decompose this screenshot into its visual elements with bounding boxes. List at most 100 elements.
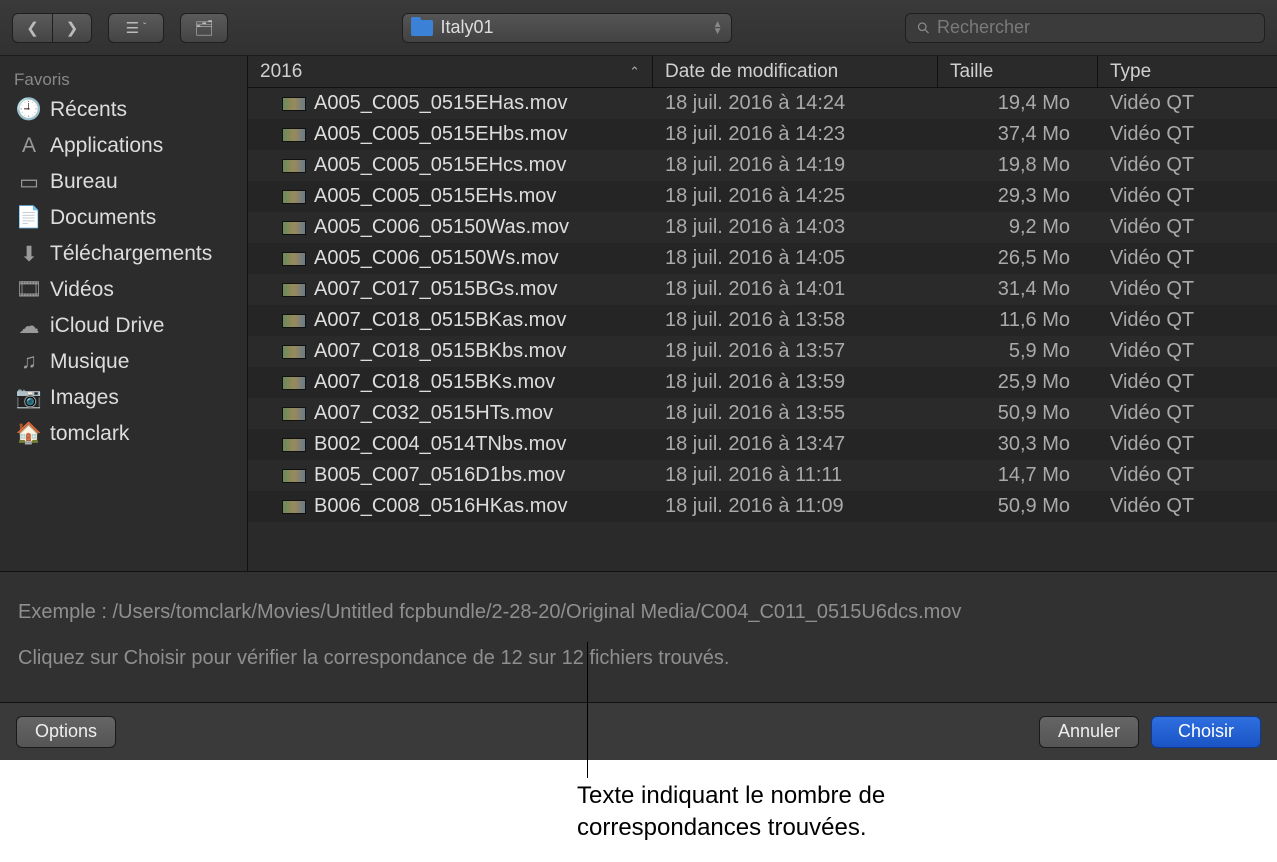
table-row[interactable]: A007_C017_0515BGs.mov 18 juil. 2016 à 14:… xyxy=(248,274,1277,305)
table-row[interactable]: B005_C007_0516D1bs.mov18 juil. 2016 à 11… xyxy=(248,460,1277,491)
cancel-button[interactable]: Annuler xyxy=(1039,716,1139,748)
file-name: A005_C005_0515EHcs.mov xyxy=(314,154,566,177)
sidebar-item-label: Documents xyxy=(50,206,156,230)
file-date: 18 juil. 2016 à 13:57 xyxy=(653,340,938,363)
updown-chevrons-icon: ▲▼ xyxy=(713,21,723,35)
file-name: A007_C032_0515HTs.mov xyxy=(314,402,553,425)
view-mode-button[interactable]: ☰ ˇ xyxy=(108,13,164,43)
file-size: 37,4 Mo xyxy=(938,123,1098,146)
sidebar-item-icloud-drive[interactable]: ☁iCloud Drive xyxy=(0,308,247,344)
folder-dropdown[interactable]: Italy01 ▲▼ xyxy=(402,13,732,43)
sidebar-item-bureau[interactable]: ▭Bureau xyxy=(0,164,247,200)
chevron-left-icon: ❮ xyxy=(26,19,39,37)
toolbar: ❮ ❯ ☰ ˇ 🗂 Italy01 ▲▼ xyxy=(0,0,1277,56)
file-name: B006_C008_0516HKas.mov xyxy=(314,495,568,518)
file-date: 18 juil. 2016 à 14:01 xyxy=(653,278,938,301)
sidebar-item-tomclark[interactable]: 🏠 tomclark xyxy=(0,416,247,452)
column-type[interactable]: Type xyxy=(1098,56,1277,87)
file-type: Vidéo QT xyxy=(1098,402,1277,425)
file-area: 2016 ⌃ Date de modification Taille Type … xyxy=(248,56,1277,571)
search-icon xyxy=(916,20,931,36)
file-name: B002_C004_0514TNbs.mov xyxy=(314,433,566,456)
file-date: 18 juil. 2016 à 14:25 xyxy=(653,185,938,208)
table-row[interactable]: A005_C006_05150Ws.mov18 juil. 2016 à 14:… xyxy=(248,243,1277,274)
documents-icon: 📄 xyxy=(18,207,40,229)
sidebar-item-label: Bureau xyxy=(50,170,118,194)
video-thumbnail-icon xyxy=(282,221,306,235)
sidebar-item-label: Téléchargements xyxy=(50,242,212,266)
sidebar-item-téléchargements[interactable]: ⬇Téléchargements xyxy=(0,236,247,272)
table-row[interactable]: A005_C005_0515EHbs.mov18 juil. 2016 à 14… xyxy=(248,119,1277,150)
info-panel: Exemple : /Users/tomclark/Movies/Untitle… xyxy=(0,571,1277,702)
column-headers: 2016 ⌃ Date de modification Taille Type xyxy=(248,56,1277,88)
chevron-right-icon: ❯ xyxy=(66,19,79,37)
column-name[interactable]: 2016 ⌃ xyxy=(248,56,653,87)
file-date: 18 juil. 2016 à 11:09 xyxy=(653,495,938,518)
video-thumbnail-icon xyxy=(282,407,306,421)
file-size: 5,9 Mo xyxy=(938,340,1098,363)
video-thumbnail-icon xyxy=(282,469,306,483)
button-bar: Options Annuler Choisir xyxy=(0,702,1277,760)
file-list[interactable]: A005_C005_0515EHas.mov 18 juil. 2016 à 14… xyxy=(248,88,1277,571)
options-button[interactable]: Options xyxy=(16,716,116,748)
table-row[interactable]: B006_C008_0516HKas.mov 18 juil. 2016 à 11… xyxy=(248,491,1277,522)
file-size: 9,2 Mo xyxy=(938,216,1098,239)
sidebar-item-label: tomclark xyxy=(50,422,129,446)
callout-leader-line xyxy=(587,642,588,778)
table-row[interactable]: A005_C005_0515EHas.mov 18 juil. 2016 à 14… xyxy=(248,88,1277,119)
sidebar-item-label: Applications xyxy=(50,134,163,158)
icloud-icon: ☁ xyxy=(18,315,40,337)
table-row[interactable]: A007_C018_0515BKbs.mov18 juil. 2016 à 13… xyxy=(248,336,1277,367)
file-name: A007_C017_0515BGs.mov xyxy=(314,278,558,301)
column-date[interactable]: Date de modification xyxy=(653,56,938,87)
folder-plus-icon: 🗂 xyxy=(194,19,213,37)
file-date: 18 juil. 2016 à 13:59 xyxy=(653,371,938,394)
table-row[interactable]: A005_C005_0515EHs.mov18 juil. 2016 à 14:… xyxy=(248,181,1277,212)
new-folder-button[interactable]: 🗂 xyxy=(180,13,228,43)
table-row[interactable]: A007_C018_0515BKs.mov18 juil. 2016 à 13:… xyxy=(248,367,1277,398)
file-name: A005_C005_0515EHas.mov xyxy=(314,92,568,115)
file-size: 26,5 Mo xyxy=(938,247,1098,270)
sidebar-item-label: Récents xyxy=(50,98,127,122)
back-button[interactable]: ❮ xyxy=(12,13,52,43)
file-size: 30,3 Mo xyxy=(938,433,1098,456)
sidebar-item-label: Images xyxy=(50,386,119,410)
video-thumbnail-icon xyxy=(282,500,306,514)
file-type: Vidéo QT xyxy=(1098,371,1277,394)
file-size: 25,9 Mo xyxy=(938,371,1098,394)
sidebar-item-label: Musique xyxy=(50,350,129,374)
choose-button[interactable]: Choisir xyxy=(1151,716,1261,748)
search-input[interactable] xyxy=(937,17,1254,38)
sidebar-item-documents[interactable]: 📄 Documents xyxy=(0,200,247,236)
file-name: A005_C006_05150Ws.mov xyxy=(314,247,559,270)
table-row[interactable]: A007_C018_0515BKas.mov18 juil. 2016 à 13… xyxy=(248,305,1277,336)
home-icon: 🏠 xyxy=(18,423,40,445)
table-row[interactable]: A005_C006_05150Was.mov18 juil. 2016 à 14… xyxy=(248,212,1277,243)
table-row[interactable]: A007_C032_0515HTs.mov 18 juil. 2016 à 13:… xyxy=(248,398,1277,429)
sidebar-item-musique[interactable]: ♫Musique xyxy=(0,344,247,380)
file-type: Vidéo QT xyxy=(1098,247,1277,270)
file-size: 19,8 Mo xyxy=(938,154,1098,177)
file-date: 18 juil. 2016 à 14:24 xyxy=(653,92,938,115)
sidebar-item-vidéos[interactable]: 🎞Vidéos xyxy=(0,272,247,308)
applications-icon: A xyxy=(18,135,40,157)
table-row[interactable]: A005_C005_0515EHcs.mov18 juil. 2016 à 14… xyxy=(248,150,1277,181)
video-thumbnail-icon xyxy=(282,190,306,204)
match-status: Cliquez sur Choisir pour vérifier la cor… xyxy=(18,642,1259,674)
sidebar-item-récents[interactable]: 🕘Récents xyxy=(0,92,247,128)
file-type: Vidéo QT xyxy=(1098,433,1277,456)
file-size: 19,4 Mo xyxy=(938,92,1098,115)
forward-button[interactable]: ❯ xyxy=(52,13,92,43)
file-type: Vidéo QT xyxy=(1098,340,1277,363)
sidebar-item-label: Vidéos xyxy=(50,278,114,302)
file-date: 18 juil. 2016 à 13:55 xyxy=(653,402,938,425)
search-field[interactable] xyxy=(905,13,1265,43)
video-thumbnail-icon xyxy=(282,252,306,266)
chevron-down-icon: ˇ xyxy=(143,22,146,33)
column-size[interactable]: Taille xyxy=(938,56,1098,87)
file-size: 31,4 Mo xyxy=(938,278,1098,301)
table-row[interactable]: B002_C004_0514TNbs.mov18 juil. 2016 à 13… xyxy=(248,429,1277,460)
sidebar-item-applications[interactable]: A Applications xyxy=(0,128,247,164)
sidebar-item-images[interactable]: 📷Images xyxy=(0,380,247,416)
file-size: 50,9 Mo xyxy=(938,402,1098,425)
